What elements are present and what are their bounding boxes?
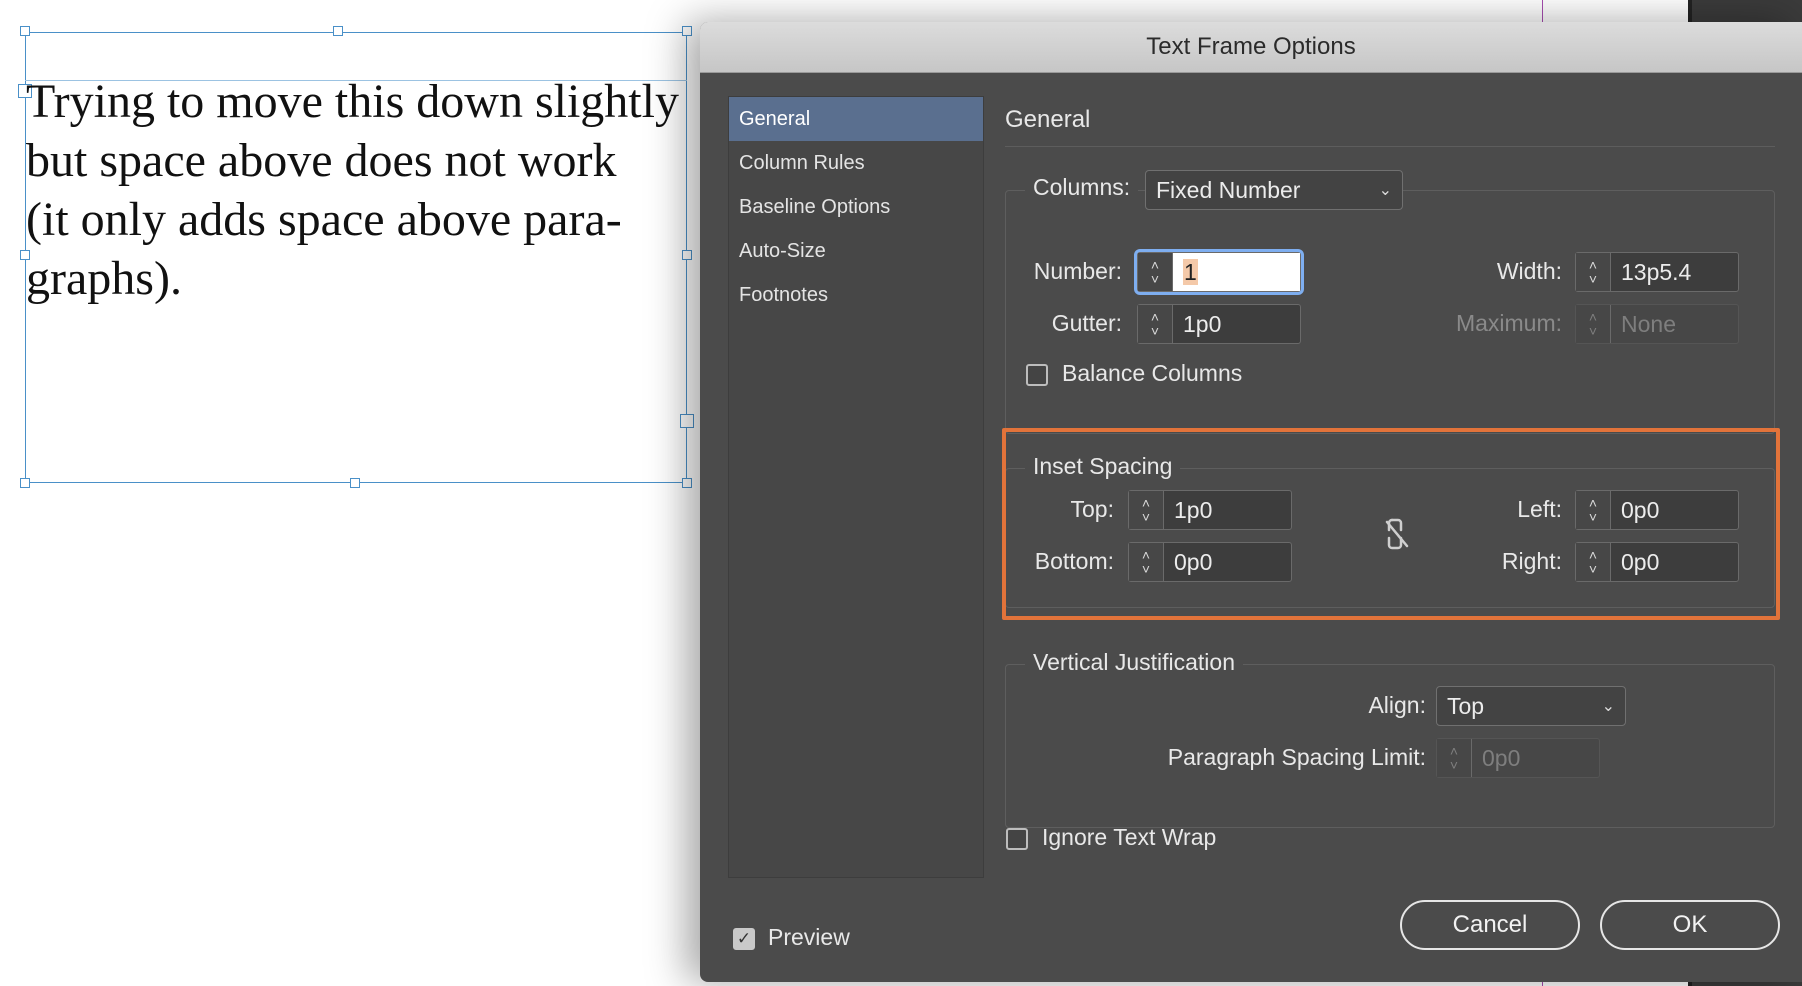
stepper-arrows-icon[interactable]: ˄ ˅	[1576, 253, 1611, 291]
frame-text[interactable]: Trying to move this down slightly but sp…	[26, 72, 706, 308]
balance-columns-label: Balance Columns	[1062, 360, 1243, 386]
gutter-value: 1p0	[1183, 311, 1222, 337]
balance-columns-checkbox[interactable]	[1026, 364, 1048, 386]
sidebar-item-baseline-options[interactable]: Baseline Options	[729, 185, 983, 229]
frame-handle-bm[interactable]	[350, 478, 360, 488]
preview-label: Preview	[768, 924, 850, 950]
number-stepper[interactable]: ˄ ˅ 1	[1137, 252, 1301, 292]
number-label: Number:	[1033, 258, 1122, 284]
align-label: Align:	[1368, 692, 1426, 718]
frame-outport[interactable]	[680, 414, 694, 428]
preview-checkbox[interactable]: ✓	[733, 928, 755, 950]
frame-handle-bl[interactable]	[20, 478, 30, 488]
text-frame-options-dialog: Text Frame Options General Column Rules …	[700, 22, 1802, 982]
stepper-arrows-icon: ˄ ˅	[1576, 305, 1611, 343]
inset-spacing-highlight	[1002, 428, 1780, 620]
maximum-label: Maximum:	[1455, 310, 1562, 336]
stepper-arrows-icon[interactable]: ˄ ˅	[1138, 305, 1173, 343]
frame-handle-br[interactable]	[682, 478, 692, 488]
ok-button[interactable]: OK	[1600, 900, 1780, 950]
width-value: 13p5.4	[1621, 259, 1692, 285]
sidebar-item-column-rules[interactable]: Column Rules	[729, 141, 983, 185]
frame-handle-tl[interactable]	[20, 26, 30, 36]
paragraph-spacing-limit-value: 0p0	[1482, 745, 1521, 771]
chevron-down-icon: ⌄	[1378, 182, 1392, 199]
align-value: Top	[1447, 692, 1485, 719]
columns-label: Columns:	[1025, 174, 1139, 201]
paragraph-spacing-limit-stepper: ˄ ˅ 0p0	[1436, 738, 1600, 778]
number-value: 1	[1183, 259, 1198, 285]
stepper-arrows-icon: ˄ ˅	[1437, 739, 1472, 777]
columns-type-value: Fixed Number	[1156, 176, 1301, 203]
columns-type-select[interactable]: Fixed Number ⌄	[1145, 170, 1403, 210]
chevron-down-icon: ⌄	[1601, 698, 1615, 715]
maximum-stepper: ˄ ˅ None	[1575, 304, 1739, 344]
section-title: General	[1005, 106, 1091, 133]
sidebar: General Column Rules Baseline Options Au…	[728, 96, 984, 878]
sidebar-item-general[interactable]: General	[729, 97, 983, 141]
frame-handle-tr[interactable]	[682, 26, 692, 36]
ignore-text-wrap-label: Ignore Text Wrap	[1042, 824, 1217, 850]
width-label: Width:	[1496, 258, 1562, 284]
sidebar-item-auto-size[interactable]: Auto-Size	[729, 229, 983, 273]
section-divider	[1005, 146, 1775, 147]
vertical-justification-label: Vertical Justification	[1025, 649, 1243, 676]
dialog-title: Text Frame Options	[700, 22, 1802, 73]
cancel-button[interactable]: Cancel	[1400, 900, 1580, 950]
ignore-text-wrap-checkbox[interactable]	[1006, 828, 1028, 850]
maximum-value: None	[1621, 311, 1676, 337]
align-select[interactable]: Top ⌄	[1436, 686, 1626, 726]
gutter-stepper[interactable]: ˄ ˅ 1p0	[1137, 304, 1301, 344]
gutter-label: Gutter:	[1051, 310, 1122, 336]
width-stepper[interactable]: ˄ ˅ 13p5.4	[1575, 252, 1739, 292]
sidebar-item-footnotes[interactable]: Footnotes	[729, 273, 983, 317]
frame-handle-tm[interactable]	[333, 26, 343, 36]
paragraph-spacing-limit-label: Paragraph Spacing Limit:	[1167, 744, 1426, 770]
stepper-arrows-icon[interactable]: ˄ ˅	[1138, 253, 1173, 291]
